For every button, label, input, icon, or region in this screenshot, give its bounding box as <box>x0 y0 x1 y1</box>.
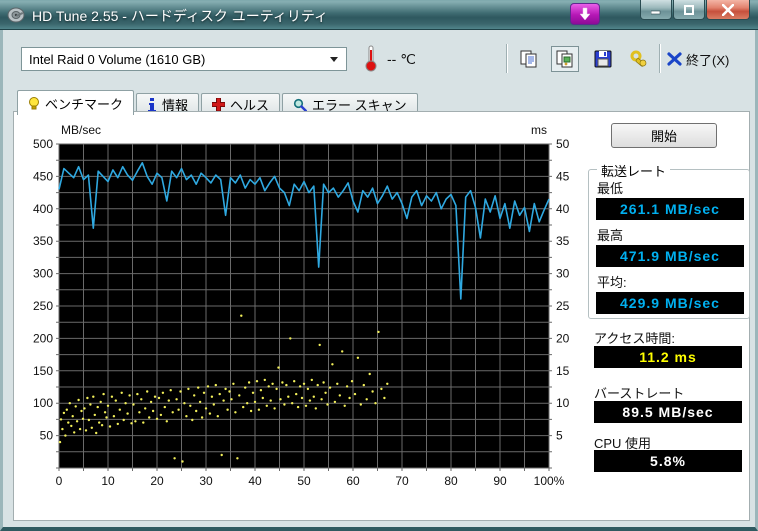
svg-text:45: 45 <box>556 169 570 183</box>
chevron-down-icon <box>330 57 338 62</box>
svg-text:150: 150 <box>33 364 53 378</box>
transfer-rate-group: 転送レート 最低 261.1 MB/sec 最高 471.9 MB/sec 平均… <box>588 169 750 319</box>
lightbulb-icon <box>28 96 40 111</box>
svg-text:40: 40 <box>248 474 262 488</box>
svg-text:10: 10 <box>101 474 115 488</box>
max-transfer-value: 471.9 MB/sec <box>596 245 744 267</box>
svg-text:30: 30 <box>556 267 570 281</box>
benchmark-chart: MB/secms50100150200250300350400450500510… <box>14 112 579 512</box>
exit-x-icon <box>667 52 682 66</box>
svg-text:MB/sec: MB/sec <box>61 123 101 137</box>
avg-transfer-value: 429.9 MB/sec <box>596 292 744 314</box>
svg-text:0: 0 <box>56 474 63 488</box>
svg-text:100%: 100% <box>534 474 565 488</box>
min-transfer-label: 最低 <box>597 178 623 197</box>
minimize-button[interactable] <box>640 0 672 20</box>
svg-text:90: 90 <box>493 474 507 488</box>
svg-text:40: 40 <box>556 202 570 216</box>
burst-rate-label: バーストレート <box>594 383 684 402</box>
svg-text:450: 450 <box>33 169 53 183</box>
caption-buttons <box>639 0 750 20</box>
svg-text:100: 100 <box>33 396 53 410</box>
svg-text:400: 400 <box>33 202 53 216</box>
tab-benchmark[interactable]: ベンチマーク <box>17 90 134 115</box>
svg-text:80: 80 <box>444 474 458 488</box>
svg-text:70: 70 <box>395 474 409 488</box>
svg-text:60: 60 <box>346 474 360 488</box>
drive-select[interactable]: Intel Raid 0 Volume (1610 GB) <box>21 47 347 71</box>
window-title: HD Tune 2.55 - ハードディスク ユーティリティ <box>32 6 328 26</box>
start-button[interactable]: 開始 <box>611 123 717 148</box>
health-icon <box>212 98 225 111</box>
error-scan-icon <box>293 98 307 112</box>
svg-text:ms: ms <box>531 123 547 137</box>
svg-text:50: 50 <box>40 429 54 443</box>
svg-text:350: 350 <box>33 234 53 248</box>
options-button[interactable] <box>625 46 653 72</box>
svg-text:20: 20 <box>556 331 570 345</box>
access-time-value: 11.2 ms <box>594 346 742 368</box>
min-transfer-value: 261.1 MB/sec <box>596 198 744 220</box>
app-icon <box>7 6 25 24</box>
copy-screenshot-button[interactable] <box>551 46 579 72</box>
svg-text:50: 50 <box>556 137 570 151</box>
title-bar: HD Tune 2.55 - ハードディスク ユーティリティ <box>0 0 758 30</box>
svg-text:35: 35 <box>556 234 570 248</box>
svg-text:250: 250 <box>33 299 53 313</box>
max-transfer-label: 最高 <box>597 225 623 244</box>
thermometer-icon <box>363 44 379 72</box>
close-button[interactable] <box>706 0 750 20</box>
access-time-label: アクセス時間: <box>594 328 675 347</box>
svg-text:50: 50 <box>297 474 311 488</box>
svg-text:500: 500 <box>33 137 53 151</box>
svg-text:30: 30 <box>199 474 213 488</box>
save-button[interactable] <box>589 46 617 72</box>
tab-label: ベンチマーク <box>45 94 123 113</box>
toolbar-separator <box>506 44 507 73</box>
svg-text:5: 5 <box>556 429 563 443</box>
svg-text:15: 15 <box>556 364 570 378</box>
info-icon <box>147 98 157 112</box>
toolbar-separator-2 <box>659 44 660 73</box>
burst-rate-value: 89.5 MB/sec <box>594 401 742 423</box>
drive-select-value: Intel Raid 0 Volume (1610 GB) <box>29 52 205 67</box>
cpu-usage-value: 5.8% <box>594 450 742 472</box>
maximize-button[interactable] <box>673 0 705 20</box>
svg-text:10: 10 <box>556 396 570 410</box>
svg-text:300: 300 <box>33 267 53 281</box>
copy-text-button[interactable] <box>515 46 543 72</box>
download-icon[interactable] <box>570 3 600 25</box>
exit-label: 終了(X) <box>686 50 729 69</box>
benchmark-page: MB/secms50100150200250300350400450500510… <box>13 111 750 521</box>
hdtune-window: HD Tune 2.55 - ハードディスク ユーティリティ Intel Rai… <box>0 0 758 531</box>
svg-text:20: 20 <box>150 474 164 488</box>
exit-button[interactable]: 終了(X) <box>667 46 729 72</box>
svg-text:200: 200 <box>33 331 53 345</box>
temperature-display: -- ℃ <box>387 51 416 68</box>
svg-text:25: 25 <box>556 299 570 313</box>
avg-transfer-label: 平均: <box>597 272 627 291</box>
